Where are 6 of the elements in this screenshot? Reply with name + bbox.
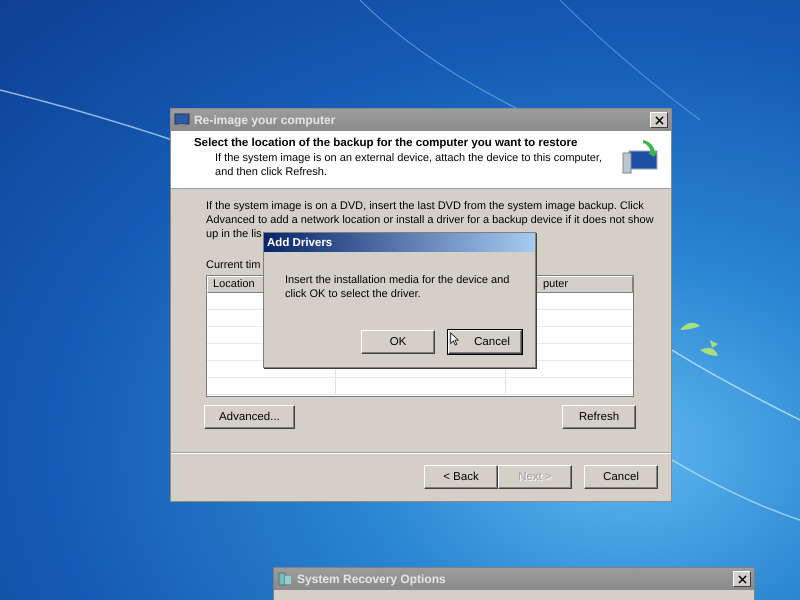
window-title: Re-image your computer: [194, 113, 336, 127]
window-title: System Recovery Options: [297, 572, 447, 586]
page-heading: Select the location of the backup for the computer you want to restore: [194, 137, 578, 149]
current-time-label: Current tim: [206, 259, 262, 271]
dialog-title: Add Drivers: [267, 236, 332, 248]
page-subheading: If the system image is on an external device, attach the device to this computer, and then click Refresh.: [214, 151, 604, 179]
